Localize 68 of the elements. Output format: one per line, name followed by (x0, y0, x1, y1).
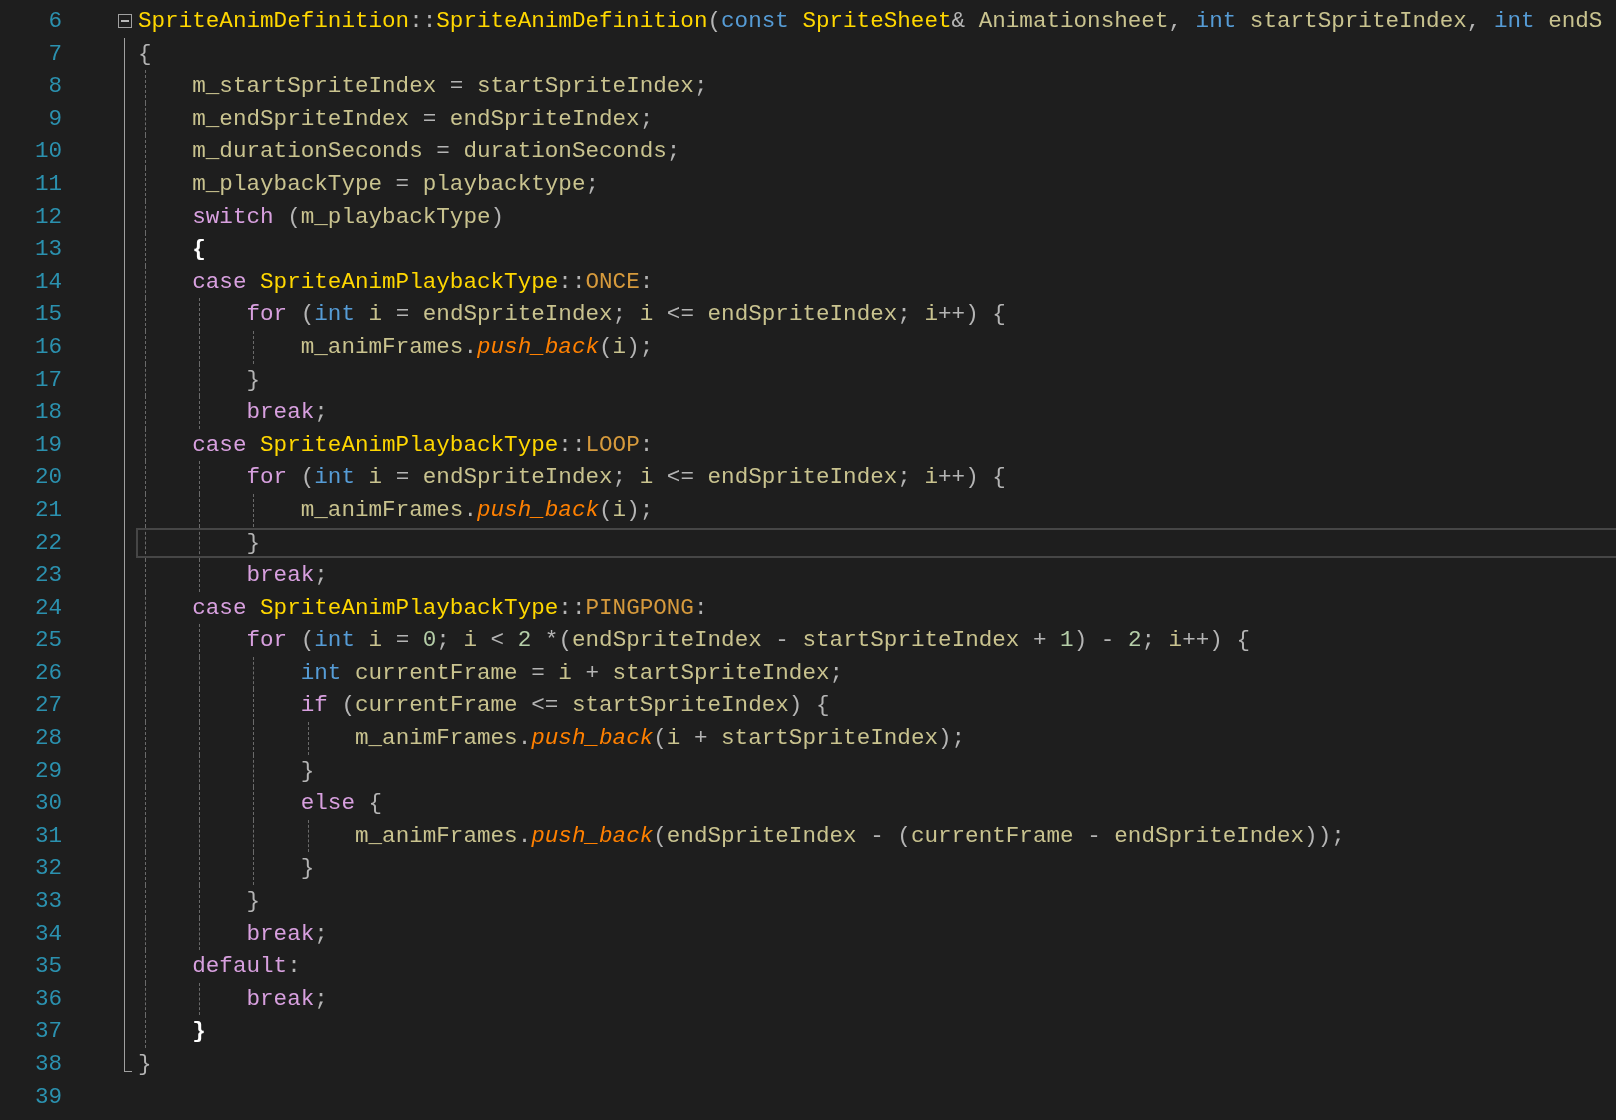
line-number: 14 (34, 268, 62, 295)
code-line: break; (246, 398, 328, 428)
line-number: 18 (34, 399, 62, 426)
line-number: 6 (48, 8, 62, 34)
code-line: break; (246, 919, 328, 949)
code-line: } (246, 887, 261, 917)
line-number: 26 (34, 659, 62, 686)
code-line: switch (m_playbackType) (192, 202, 505, 232)
line-number: 27 (34, 692, 62, 719)
line-number: 32 (34, 855, 62, 882)
code-line: case SpriteAnimPlaybackType::ONCE: (192, 267, 654, 297)
line-number: 21 (34, 496, 62, 523)
code-line: } (246, 528, 261, 558)
line-number: 36 (34, 985, 62, 1012)
code-line: break; (246, 984, 328, 1014)
line-number: 29 (34, 757, 62, 784)
line-number: 11 (34, 170, 62, 197)
code-line: if (currentFrame <= startSpriteIndex) { (300, 691, 830, 721)
code-line: for (int i = 0; i < 2 *(endSpriteIndex - startSpriteIndex + 1) - 2; i++) { (246, 626, 1250, 656)
code-line: for (int i = endSpriteIndex; i <= endSpriteIndex; i++) { (246, 463, 1006, 493)
code-line: int currentFrame = i + startSpriteIndex; (300, 658, 844, 688)
line-number: 39 (34, 1083, 62, 1110)
code-line: m_durationSeconds = durationSeconds; (192, 137, 681, 167)
line-number: 33 (34, 888, 62, 915)
line-number: 15 (34, 301, 62, 328)
code-line: { (138, 39, 152, 69)
code-line: } (138, 1050, 152, 1079)
line-number: 34 (34, 920, 62, 947)
line-number: 35 (34, 953, 62, 980)
collapse-icon[interactable] (118, 14, 132, 28)
line-number: 13 (34, 236, 62, 263)
code-line: case SpriteAnimPlaybackType::PINGPONG: (192, 593, 708, 623)
line-number: 19 (34, 431, 62, 458)
code-line: } (246, 365, 261, 395)
line-number: 28 (34, 725, 62, 752)
code-line: } (192, 1017, 206, 1047)
code-line: default: (192, 952, 301, 982)
code-line: else { (300, 789, 383, 819)
line-number: 17 (34, 366, 62, 393)
code-line: m_playbackType = playbacktype; (192, 169, 599, 199)
line-number: 10 (34, 138, 62, 165)
line-number: 25 (34, 627, 62, 654)
code-line: m_animFrames.push_back(i); (300, 332, 654, 362)
code-line: m_endSpriteIndex = endSpriteIndex; (192, 104, 654, 134)
code-line: m_animFrames.push_back(endSpriteIndex - (currentFrame - endSpriteIndex)); (354, 821, 1345, 851)
line-number: 8 (48, 73, 62, 100)
line-number: 12 (34, 203, 62, 230)
line-number: 24 (34, 594, 62, 621)
line-number: 38 (34, 1051, 62, 1077)
line-number: 23 (34, 562, 62, 589)
code-line: { (192, 235, 206, 265)
code-line: case SpriteAnimPlaybackType::LOOP: (192, 430, 654, 460)
code-line: } (300, 854, 315, 884)
line-number: 16 (34, 333, 62, 360)
line-number: 37 (34, 1018, 62, 1045)
line-number: 9 (48, 105, 62, 132)
code-line: m_animFrames.push_back(i + startSpriteIndex); (354, 724, 966, 754)
code-line: for (int i = endSpriteIndex; i <= endSpriteIndex; i++) { (246, 300, 1006, 330)
line-number: 20 (34, 464, 62, 491)
code-line: m_animFrames.push_back(i); (300, 495, 654, 525)
code-line: m_startSpriteIndex = startSpriteIndex; (192, 72, 708, 102)
line-number: 22 (34, 529, 62, 556)
code-line: SpriteAnimDefinition::SpriteAnimDefinition(const SpriteSheet& Animationsheet, int startSpriteIndex, int endS (138, 7, 1603, 36)
code-line: break; (246, 561, 328, 591)
line-number: 30 (34, 790, 62, 817)
line-number: 31 (34, 822, 62, 849)
line-number: 7 (48, 40, 62, 67)
code-line: } (300, 756, 315, 786)
